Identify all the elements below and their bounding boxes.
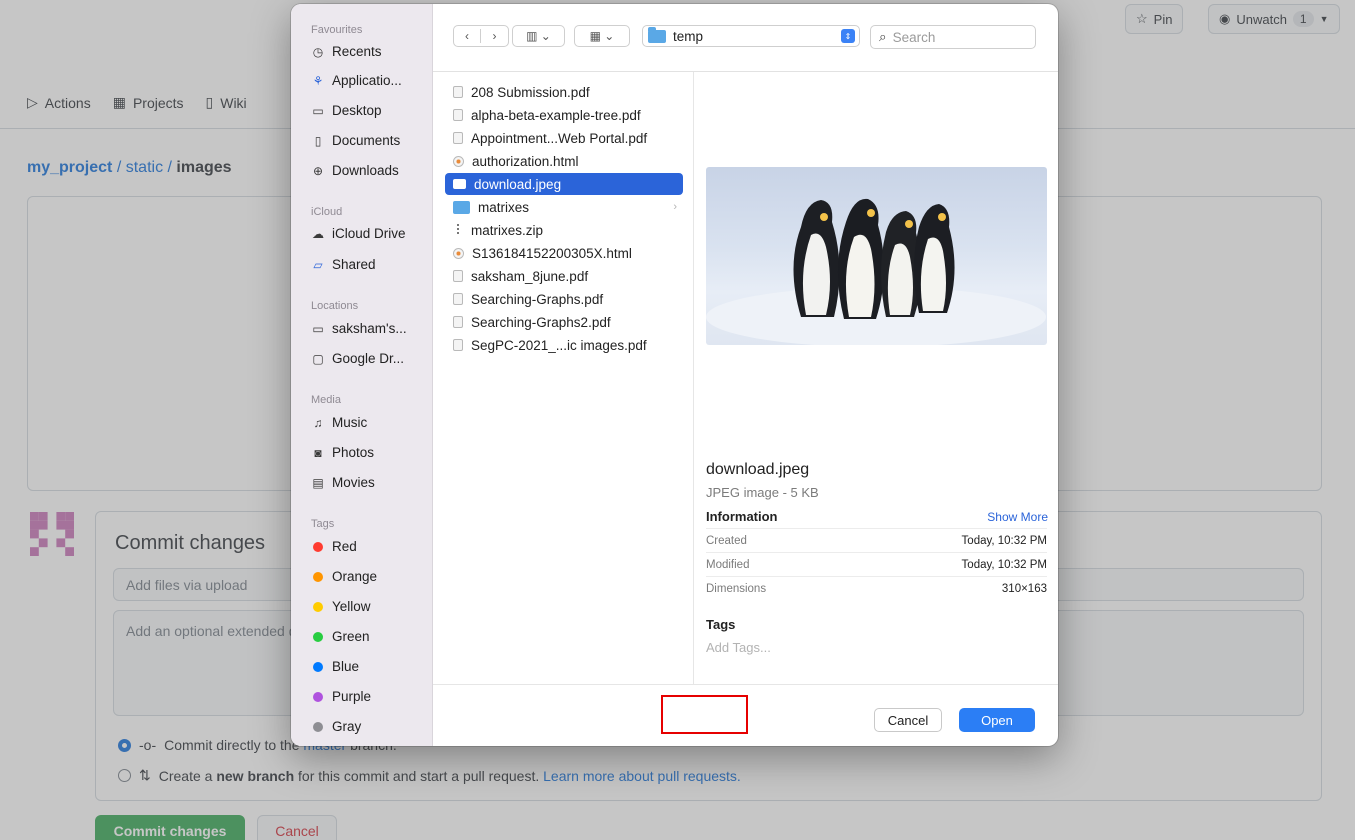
applications-icon: ⚘ (312, 73, 324, 88)
html-file-icon (453, 247, 464, 259)
preview-kind: JPEG image - 5 KB (706, 485, 819, 500)
grid-group-icon: ▦ ⌄ (589, 29, 615, 43)
updown-icon: ⇕ (841, 29, 855, 43)
file-item[interactable]: 208 Submission.pdf (445, 81, 683, 103)
chevron-right-icon[interactable]: › (481, 29, 508, 43)
sidebar-heading-media: Media (311, 394, 341, 406)
image-file-icon (453, 179, 466, 189)
search-input[interactable]: ⌕ Search (870, 25, 1036, 49)
dialog-toolbar: ‹ › ▥ ⌄ ▦ ⌄ temp ⇕ ⌕ Search (433, 4, 1058, 72)
file-item[interactable]: S136184152200305X.html (445, 242, 683, 264)
sidebar-item-movies[interactable]: ▤ Movies (311, 475, 374, 490)
pdf-file-icon (453, 316, 463, 328)
download-icon: ⊕ (312, 163, 324, 178)
info-row-created: Created Today, 10:32 PM (706, 528, 1047, 552)
add-tags-field[interactable]: Add Tags... (706, 640, 771, 655)
sidebar-heading-tags: Tags (311, 518, 335, 530)
sidebar-tag-red[interactable]: Red (311, 539, 357, 554)
sidebar-heading-favourites: Favourites (311, 24, 363, 36)
document-icon: ▯ (314, 133, 322, 148)
pdf-file-icon (453, 339, 463, 351)
sidebar-tag-orange[interactable]: Orange (311, 569, 377, 584)
clock-icon: ◷ (312, 44, 324, 59)
film-icon: ▤ (312, 475, 324, 490)
cancel-button[interactable]: Cancel (874, 708, 942, 732)
folder-icon (648, 26, 666, 43)
pdf-file-icon (453, 109, 463, 121)
file-item[interactable]: Searching-Graphs.pdf (445, 288, 683, 310)
sidebar-tag-blue[interactable]: Blue (311, 659, 359, 674)
sidebar-item-computer[interactable]: ▭ saksham's... (311, 321, 406, 336)
purple-tag-icon (313, 691, 323, 702)
pdf-file-icon (453, 132, 463, 144)
sidebar-tag-yellow[interactable]: Yellow (311, 599, 371, 614)
file-item[interactable]: Searching-Graphs2.pdf (445, 311, 683, 333)
folder-icon: ▢ (312, 351, 324, 366)
file-item[interactable]: matrixes.zip (445, 219, 683, 241)
red-tag-icon (313, 541, 323, 552)
path-popup[interactable]: temp ⇕ (642, 25, 860, 47)
file-item[interactable]: authorization.html (445, 150, 683, 172)
info-row-dimensions: Dimensions 310×163 (706, 576, 1047, 600)
file-list: 208 Submission.pdf alpha-beta-example-tr… (433, 72, 694, 684)
sidebar-item-photos[interactable]: ◙ Photos (311, 445, 374, 460)
sidebar-item-downloads[interactable]: ⊕ Downloads (311, 163, 399, 178)
sidebar-item-google-drive[interactable]: ▢ Google Dr... (311, 351, 404, 366)
info-row-modified: Modified Today, 10:32 PM (706, 552, 1047, 576)
back-forward-group: ‹ › (453, 25, 509, 47)
green-tag-icon (313, 631, 323, 642)
file-item[interactable]: SegPC-2021_...ic images.pdf (445, 334, 683, 356)
information-heading: Information (706, 509, 778, 524)
camera-icon: ◙ (314, 445, 322, 460)
gray-tag-icon (313, 721, 323, 732)
pdf-file-icon (453, 293, 463, 305)
folder-item[interactable]: matrixes › (445, 196, 683, 218)
penguins-thumbnail (706, 167, 1047, 345)
file-open-dialog: Favourites ◷ Recents ⚘ Applicatio... ▭ Desk… (291, 4, 1058, 746)
laptop-icon: ▭ (312, 321, 324, 336)
file-item-selected[interactable]: download.jpeg (445, 173, 683, 195)
desktop-icon: ▭ (312, 103, 324, 118)
dialog-sidebar: Favourites ◷ Recents ⚘ Applicatio... ▭ Desk… (291, 4, 433, 746)
zip-file-icon (453, 224, 463, 236)
pdf-file-icon (453, 86, 463, 98)
sidebar-heading-icloud: iCloud (311, 206, 343, 218)
shared-folder-icon: ▱ (313, 257, 323, 272)
sidebar-item-documents[interactable]: ▯ Documents (311, 133, 401, 148)
chevron-right-icon: › (673, 201, 677, 213)
chevron-left-icon[interactable]: ‹ (454, 29, 481, 43)
open-button[interactable]: Open (959, 708, 1035, 732)
html-file-icon (453, 155, 464, 167)
file-item[interactable]: alpha-beta-example-tree.pdf (445, 104, 683, 126)
sidebar-tag-green[interactable]: Green (311, 629, 370, 644)
sidebar-item-icloud-drive[interactable]: ☁ iCloud Drive (311, 226, 406, 241)
columns-view-icon: ▥ ⌄ (526, 29, 551, 43)
music-icon: ♫ (313, 415, 323, 430)
group-by-button[interactable]: ▦ ⌄ (574, 25, 630, 47)
open-button-highlight (661, 695, 748, 734)
search-icon: ⌕ (879, 29, 887, 44)
view-mode-button[interactable]: ▥ ⌄ (512, 25, 565, 47)
sidebar-item-shared[interactable]: ▱ Shared (311, 257, 375, 272)
orange-tag-icon (313, 571, 323, 582)
sidebar-item-applications[interactable]: ⚘ Applicatio... (311, 73, 402, 88)
sidebar-heading-locations: Locations (311, 300, 359, 312)
sidebar-item-music[interactable]: ♫ Music (311, 415, 368, 430)
yellow-tag-icon (313, 601, 323, 612)
show-more-link[interactable]: Show More (987, 510, 1048, 524)
sidebar-tag-gray[interactable]: Gray (311, 719, 361, 734)
sidebar-item-recents[interactable]: ◷ Recents (311, 44, 382, 59)
tags-heading: Tags (706, 617, 736, 632)
file-item[interactable]: Appointment...Web Portal.pdf (445, 127, 683, 149)
preview-filename: download.jpeg (706, 461, 810, 478)
file-item[interactable]: saksham_8june.pdf (445, 265, 683, 287)
preview-pane: download.jpeg JPEG image - 5 KB Informat… (695, 72, 1058, 684)
sidebar-item-desktop[interactable]: ▭ Desktop (311, 103, 381, 118)
pdf-file-icon (453, 270, 463, 282)
sidebar-tag-purple[interactable]: Purple (311, 689, 371, 704)
blue-tag-icon (313, 661, 323, 672)
cloud-icon: ☁ (312, 226, 324, 241)
folder-icon (453, 200, 470, 214)
